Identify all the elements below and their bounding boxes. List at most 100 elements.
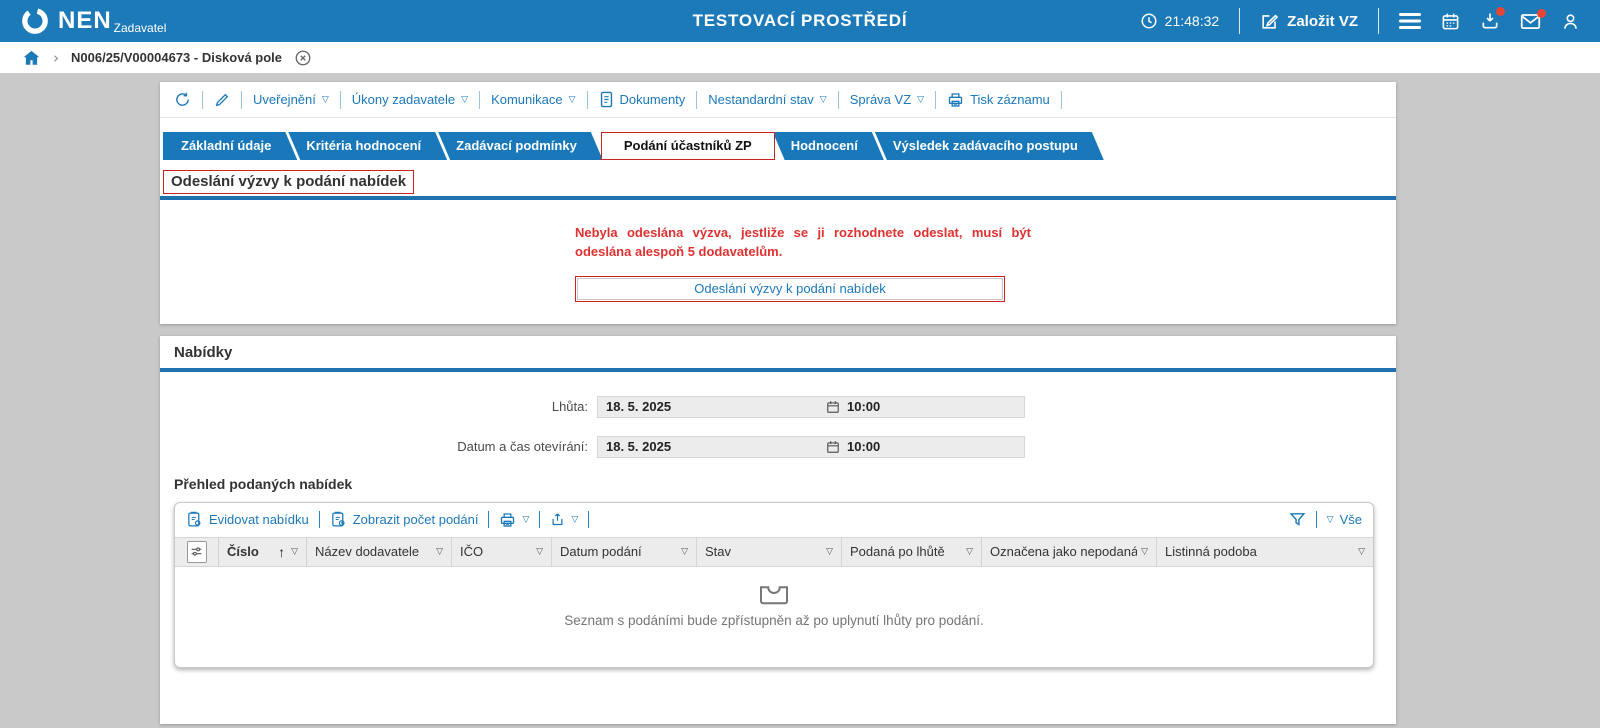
filter-caret-icon[interactable]: ▽	[1141, 548, 1148, 557]
deadline-row: Lhůta: 18. 5. 2025 10:00	[160, 395, 1396, 418]
filter-caret-icon[interactable]: ▽	[826, 548, 833, 557]
tab-zadavaci-podminky[interactable]: Zadávací podmínky	[438, 132, 603, 160]
record-detail-card: Uveřejnění ▽ Úkony zadavatele ▽ Komunika…	[160, 82, 1396, 324]
show-submission-count-button[interactable]: Zobrazit počet podání	[330, 511, 478, 528]
view-filter-dropdown[interactable]: ▽ Vše	[1327, 512, 1362, 527]
column-header-stav[interactable]: Stav ▽	[697, 537, 842, 566]
nen-ring-icon	[20, 6, 50, 36]
column-header-podana-po-lhute[interactable]: Podaná po lhůtě ▽	[842, 537, 982, 566]
printer-icon	[499, 512, 516, 528]
export-icon	[550, 511, 565, 528]
sort-ascending-icon: ↑	[278, 543, 286, 560]
column-header-oznacena-jako-nepodana[interactable]: Označena jako nepodaná ▽	[982, 537, 1157, 566]
record-tabs: Základní údaje Kritéria hodnocení Zadáva…	[163, 132, 1396, 160]
profile-button[interactable]	[1561, 12, 1580, 31]
column-chooser-button[interactable]	[175, 537, 219, 566]
brand-subtitle: Zadavatel	[113, 21, 167, 35]
menu-button[interactable]	[1399, 12, 1421, 30]
caret-down-icon: ▽	[321, 95, 329, 105]
toolbar-divider	[588, 511, 590, 529]
tab-zakladni-udaje[interactable]: Základní údaje	[163, 132, 297, 160]
bids-section-title: Nabídky	[174, 343, 233, 361]
filter-caret-icon[interactable]: ▽	[436, 548, 443, 557]
messages-button[interactable]	[1520, 8, 1546, 30]
session-clock: 21:48:32	[1140, 12, 1220, 30]
filter-caret-icon[interactable]: ▽	[291, 548, 298, 557]
toolbar-item-sprava-vz[interactable]: Správa VZ ▽	[850, 92, 924, 107]
column-header-cislo[interactable]: Číslo ↑ ▽	[219, 537, 307, 566]
caret-down-icon: ▽	[819, 95, 827, 105]
toolbar-item-dokumenty[interactable]: Dokumenty	[599, 91, 685, 108]
app-header: NEN Zadavatel TESTOVACÍ PROSTŘEDÍ 21:48:…	[0, 0, 1600, 42]
caret-down-icon: ▽	[461, 95, 469, 105]
column-header-datum-podani[interactable]: Datum podání ▽	[552, 537, 697, 566]
filter-caret-icon[interactable]: ▽	[1358, 548, 1365, 557]
bids-table-toolbar: Evidovat nabídku Zobrazit počet podání ▽	[175, 503, 1373, 537]
toolbar-item-komunikace[interactable]: Komunikace ▽	[491, 92, 575, 107]
opening-field[interactable]: 18. 5. 2025 10:00	[597, 435, 1025, 458]
edit-icon	[1260, 12, 1279, 31]
refresh-button[interactable]	[174, 91, 191, 108]
tab-kriteria-hodnoceni[interactable]: Kritéria hodnocení	[288, 132, 447, 160]
toolbar-divider	[241, 90, 242, 109]
calendar-icon	[1441, 12, 1460, 31]
breadcrumb: › N006/25/V00004673 - Disková pole	[0, 42, 1600, 73]
create-vz-button[interactable]: Založit VZ	[1260, 12, 1358, 31]
toolbar-divider	[318, 511, 320, 529]
section-rule	[160, 196, 1396, 200]
header-divider	[1378, 8, 1379, 34]
toolbar-divider	[586, 90, 588, 109]
opening-row: Datum a čas otevírání: 18. 5. 2025 10:00	[160, 435, 1396, 458]
nen-logo[interactable]: NEN Zadavatel	[20, 6, 166, 36]
filter-caret-icon[interactable]: ▽	[536, 548, 543, 557]
clipboard-count-icon	[330, 511, 347, 528]
toolbar-divider	[202, 90, 203, 109]
download-notification-badge	[1496, 7, 1505, 16]
column-header-ico[interactable]: IČO ▽	[452, 537, 552, 566]
printer-icon	[947, 92, 964, 108]
print-table-button[interactable]: ▽	[499, 512, 529, 528]
invite-section-title: Odeslání výzvy k podání nabídek	[163, 170, 415, 194]
calendar-button[interactable]	[1441, 12, 1460, 31]
bids-table-header: Číslo ↑ ▽ Název dodavatele ▽ IČO ▽ Datum…	[175, 536, 1373, 567]
clock-value: 21:48:32	[1164, 13, 1220, 29]
deadline-label: Lhůta:	[551, 399, 588, 415]
toolbar-item-ukony-zadavatele[interactable]: Úkony zadavatele ▽	[352, 92, 468, 107]
column-settings-icon	[186, 540, 207, 563]
filter-icon[interactable]	[1289, 511, 1306, 528]
send-invite-button[interactable]: Odeslání výzvy k podání nabídek	[575, 275, 1005, 302]
downloads-button[interactable]	[1480, 7, 1505, 31]
toolbar-divider	[539, 511, 541, 529]
column-header-nazev-dodavatele[interactable]: Název dodavatele ▽	[307, 537, 452, 566]
edit-record-button[interactable]	[214, 92, 230, 108]
tab-vysledek-zadavaciho-postupu[interactable]: Výsledek zadávacího postupu	[875, 132, 1104, 160]
filter-caret-icon[interactable]: ▽	[681, 548, 688, 557]
toolbar-item-uverejneni[interactable]: Uveřejnění ▽	[253, 92, 329, 107]
toolbar-item-tisk-zaznamu[interactable]: Tisk záznamu	[947, 92, 1050, 108]
invite-warning-message: Nebyla odeslána výzva, jestliže se ji ro…	[575, 225, 1031, 259]
section-rule	[160, 367, 1396, 372]
record-toolbar: Uveřejnění ▽ Úkony zadavatele ▽ Komunika…	[160, 82, 1396, 118]
hamburger-icon	[1399, 12, 1421, 30]
tab-hodnoceni[interactable]: Hodnocení	[773, 132, 884, 160]
column-header-listinna-podoba[interactable]: Listinná podoba ▽	[1157, 538, 1373, 566]
filter-caret-icon[interactable]: ▽	[966, 548, 973, 557]
send-invite-button-label: Odeslání výzvy k podání nabídek	[577, 277, 1003, 300]
calendar-small-icon	[826, 440, 840, 454]
caret-down-icon: ▽	[917, 95, 925, 105]
export-table-button[interactable]: ▽	[550, 511, 578, 528]
register-bid-button[interactable]: Evidovat nabídku	[186, 511, 309, 528]
toolbar-item-nestandardni-stav[interactable]: Nestandardní stav ▽	[708, 92, 826, 107]
deadline-field[interactable]: 18. 5. 2025 10:00	[597, 395, 1025, 418]
close-record-icon[interactable]	[294, 49, 312, 67]
deadline-time-value: 10:00	[847, 399, 881, 415]
opening-label: Datum a čas otevírání:	[457, 439, 588, 455]
tab-podani-ucastniku-zp[interactable]: Podání účastníků ZP	[600, 132, 775, 160]
document-icon	[599, 91, 614, 108]
chevron-right-icon: ›	[53, 48, 59, 67]
caret-down-icon: ▽	[571, 515, 579, 526]
toolbar-divider	[339, 90, 341, 109]
deadline-date-value: 18. 5. 2025	[606, 399, 672, 415]
home-icon[interactable]	[22, 49, 41, 67]
toolbar-divider	[488, 511, 490, 529]
